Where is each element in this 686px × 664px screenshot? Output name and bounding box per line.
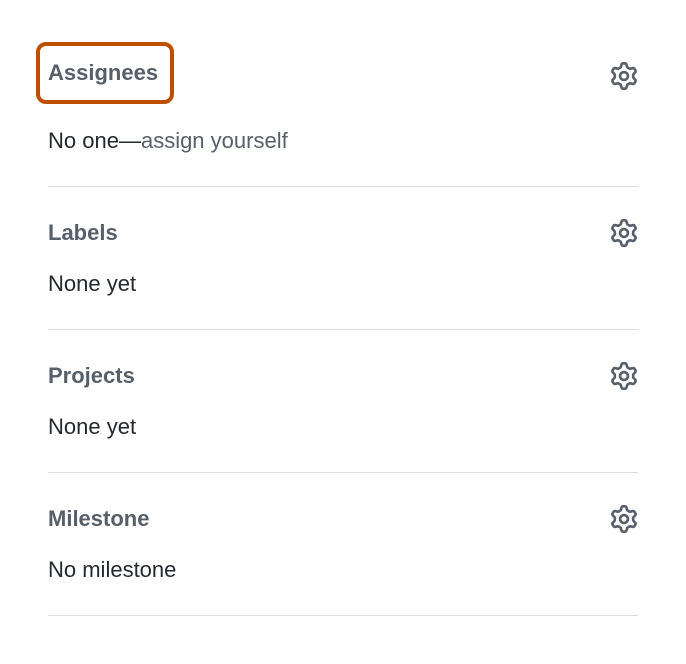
projects-header: Projects <box>48 362 638 390</box>
issue-sidebar: Assignees No one—assign yourself Labels … <box>0 0 686 616</box>
projects-section: Projects None yet <box>48 362 638 473</box>
labels-header: Labels <box>48 219 638 247</box>
gear-icon[interactable] <box>610 362 638 390</box>
labels-section: Labels None yet <box>48 219 638 330</box>
milestone-section: Milestone No milestone <box>48 505 638 616</box>
projects-content: None yet <box>48 414 638 440</box>
gear-icon[interactable] <box>610 62 638 90</box>
assignees-title[interactable]: Assignees <box>36 42 174 104</box>
assignees-section: Assignees No one—assign yourself <box>48 48 638 187</box>
labels-content: None yet <box>48 271 638 297</box>
assign-yourself-link[interactable]: assign yourself <box>141 128 288 153</box>
gear-icon[interactable] <box>610 219 638 247</box>
assignees-noone: No one— <box>48 128 141 153</box>
milestone-content: No milestone <box>48 557 638 583</box>
milestone-header: Milestone <box>48 505 638 533</box>
labels-title[interactable]: Labels <box>48 220 118 246</box>
assignees-content: No one—assign yourself <box>48 128 638 154</box>
milestone-title[interactable]: Milestone <box>48 506 149 532</box>
assignees-header: Assignees <box>48 48 638 104</box>
gear-icon[interactable] <box>610 505 638 533</box>
projects-title[interactable]: Projects <box>48 363 135 389</box>
